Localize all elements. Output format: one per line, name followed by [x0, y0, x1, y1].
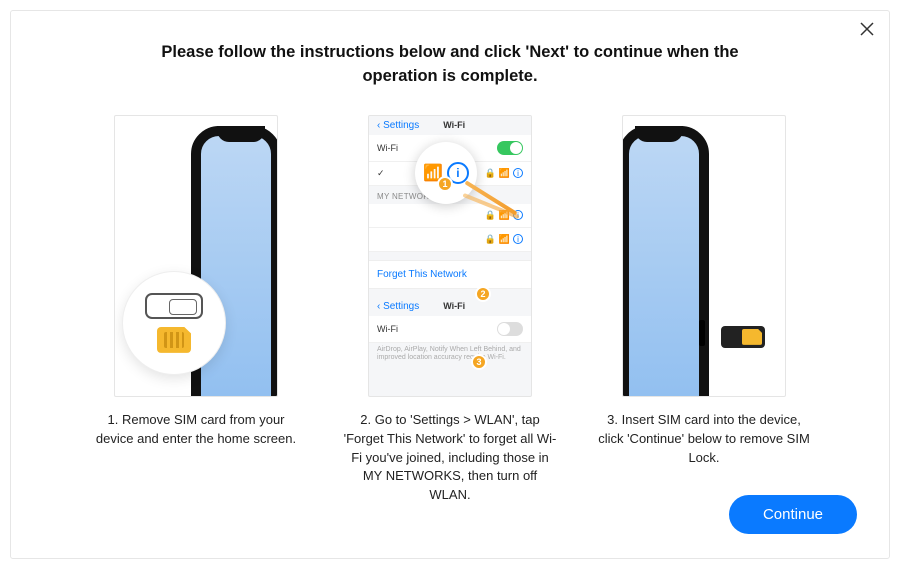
step-1-caption: 1. Remove SIM card from your device and …	[87, 411, 305, 449]
header-title: Wi-Fi	[443, 301, 465, 311]
lock-icon: 🔒	[485, 168, 496, 179]
steps-row: 1. Remove SIM card from your device and …	[11, 95, 889, 505]
close-icon	[859, 21, 875, 37]
phone-icon	[622, 126, 709, 397]
checkmark-icon: ✓	[377, 168, 385, 179]
wifi-icon: 📶	[499, 168, 510, 179]
info-icon: i	[513, 168, 523, 178]
phone-notch	[217, 126, 265, 142]
back-label: Settings	[383, 301, 419, 312]
wifi-network-row: 🔒📶i	[369, 228, 531, 252]
back-link: ‹ Settings	[377, 301, 419, 312]
network-icons: 🔒📶i	[485, 168, 523, 179]
dialog: Please follow the instructions below and…	[10, 10, 890, 559]
sim-tray-inserting-icon	[721, 326, 765, 348]
phone-notch	[635, 126, 683, 142]
step-3: 3. Insert SIM card into the device, clic…	[595, 115, 813, 505]
step-badge-2: 2	[475, 286, 491, 302]
sim-card-icon	[157, 327, 191, 353]
step-3-caption: 3. Insert SIM card into the device, clic…	[595, 411, 813, 468]
info-icon: i	[513, 234, 523, 244]
sim-slot	[699, 320, 705, 346]
step-2-caption: 2. Go to 'Settings > WLAN', tap 'Forget …	[341, 411, 559, 505]
settings-header: ‹ Settings Wi-Fi	[369, 116, 531, 135]
wifi-toggle-off-icon	[497, 322, 523, 336]
back-label: Settings	[383, 120, 419, 131]
wifi-toggle-on-icon	[497, 141, 523, 155]
step-badge-1: 1	[437, 176, 453, 192]
network-icons: 🔒📶i	[485, 234, 523, 245]
wifi-icon: 📶	[499, 234, 510, 245]
step-1: 1. Remove SIM card from your device and …	[87, 115, 305, 505]
illustration-wifi-settings: ‹ Settings Wi-Fi Wi-Fi ✓ 🔒📶i MY NETWORKS…	[368, 115, 532, 397]
forget-network-row: Forget This Network	[369, 260, 531, 289]
wifi-label: Wi-Fi	[377, 324, 398, 334]
back-link: ‹ Settings	[377, 120, 419, 131]
continue-button[interactable]: Continue	[729, 495, 857, 534]
dialog-title: Please follow the instructions below and…	[11, 11, 889, 95]
illustration-insert-sim	[622, 115, 786, 397]
settings-header: ‹ Settings Wi-Fi	[369, 297, 531, 316]
magnifier-circle	[123, 272, 225, 374]
lock-icon: 🔒	[485, 210, 496, 221]
step-badge-3: 3	[471, 354, 487, 370]
step-2: ‹ Settings Wi-Fi Wi-Fi ✓ 🔒📶i MY NETWORKS…	[341, 115, 559, 505]
illustration-remove-sim	[114, 115, 278, 397]
header-title: Wi-Fi	[443, 120, 465, 130]
close-button[interactable]	[859, 21, 875, 42]
fineprint: AirDrop, AirPlay, Notify When Left Behin…	[369, 343, 531, 366]
lock-icon: 🔒	[485, 234, 496, 245]
wifi-toggle-row: Wi-Fi	[369, 316, 531, 343]
sim-tray-icon	[145, 293, 203, 319]
wifi-label: Wi-Fi	[377, 143, 398, 153]
